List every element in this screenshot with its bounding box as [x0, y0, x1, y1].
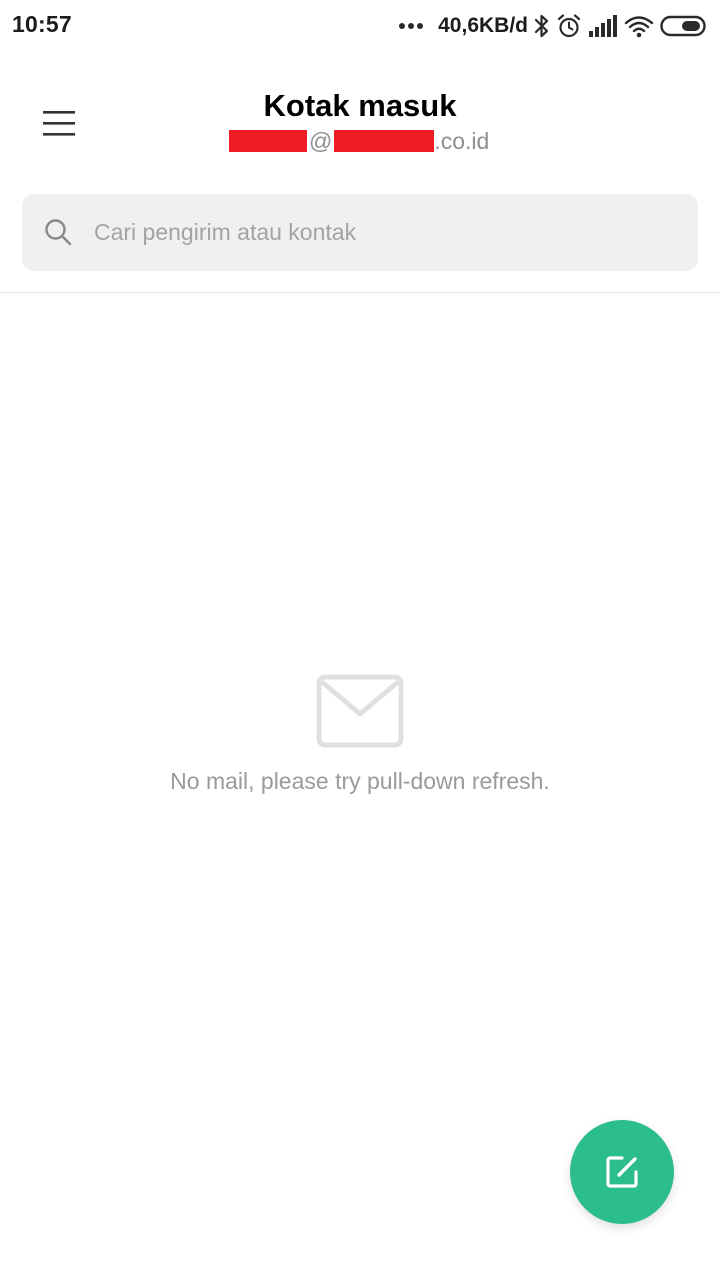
divider: [0, 292, 720, 293]
search-icon: [45, 219, 72, 246]
compose-icon: [606, 1156, 638, 1188]
account-email[interactable]: @ .co.id: [229, 126, 489, 156]
header: Kotak masuk @ .co.id: [0, 52, 720, 182]
wifi-icon: [624, 16, 654, 38]
more-dots-icon: [397, 23, 424, 29]
network-speed: 40,6KB/d: [438, 14, 528, 37]
page-title: Kotak masuk: [263, 88, 457, 123]
battery-icon: [660, 15, 706, 37]
envelope-icon: [316, 674, 404, 748]
signal-icon: [589, 15, 617, 37]
account-at-sign: @: [309, 127, 333, 154]
status-bar: 10:57 40,6KB/d: [0, 0, 720, 52]
status-time: 10:57: [12, 11, 72, 37]
compose-button[interactable]: [570, 1120, 674, 1224]
bluetooth-icon: [534, 14, 549, 38]
account-domain-suffix: .co.id: [434, 127, 490, 154]
search-input[interactable]: [94, 194, 674, 271]
status-icons: 40,6KB/d: [391, 8, 708, 44]
redacted-username: [229, 130, 307, 152]
redacted-domain: [334, 130, 435, 152]
empty-state-message: No mail, please try pull-down refresh.: [170, 768, 550, 794]
search-box[interactable]: [22, 194, 698, 271]
alarm-icon: [557, 14, 581, 38]
